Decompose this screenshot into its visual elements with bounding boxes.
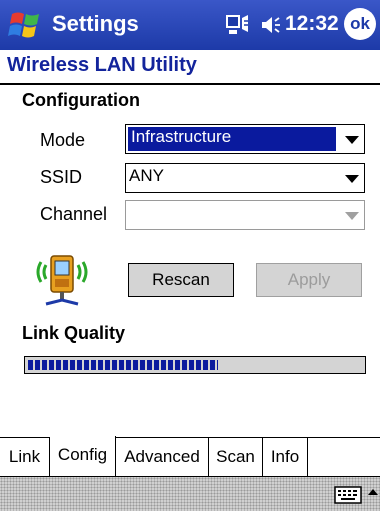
windows-start-icon[interactable] [6, 6, 44, 44]
input-menu-arrow-icon[interactable] [368, 489, 378, 495]
keyboard-icon[interactable] [334, 486, 362, 504]
chevron-down-icon[interactable] [345, 136, 359, 144]
app-title: Wireless LAN Utility [7, 54, 197, 76]
ok-button[interactable]: ok [344, 8, 376, 40]
mode-value: Infrastructure [131, 127, 232, 146]
rescan-button[interactable]: Rescan [128, 263, 234, 297]
ssid-value: ANY [129, 166, 164, 185]
tab-advanced[interactable]: Advanced [116, 438, 209, 476]
mode-label: Mode [40, 130, 86, 150]
title-bar: Settings 12:32 ok [0, 0, 380, 50]
tab-bar: Link Config Advanced Scan Info [0, 436, 380, 476]
ssid-select[interactable]: ANY [125, 163, 365, 193]
connectivity-icon[interactable] [224, 12, 252, 38]
chevron-down-icon[interactable] [345, 175, 359, 183]
tab-info[interactable]: Info [263, 438, 308, 476]
channel-label: Channel [40, 204, 108, 224]
chevron-down-icon[interactable] [345, 212, 359, 220]
speaker-icon[interactable] [260, 14, 280, 36]
tab-config[interactable]: Config [50, 436, 116, 476]
wireless-device-icon [36, 255, 88, 306]
channel-select[interactable] [125, 200, 365, 230]
mode-select[interactable]: Infrastructure [125, 124, 365, 154]
window-title: Settings [52, 11, 139, 36]
tab-link[interactable]: Link [0, 438, 50, 476]
tab-scan[interactable]: Scan [209, 438, 263, 476]
ssid-label: SSID [40, 167, 83, 187]
header-divider [0, 83, 380, 85]
link-quality-fill [28, 360, 218, 370]
link-quality-heading: Link Quality [22, 323, 126, 343]
clock[interactable]: 12:32 [285, 12, 339, 36]
link-quality-bar [24, 356, 366, 374]
menu-bar [0, 476, 380, 511]
apply-button[interactable]: Apply [256, 263, 362, 297]
configuration-heading: Configuration [22, 90, 140, 110]
